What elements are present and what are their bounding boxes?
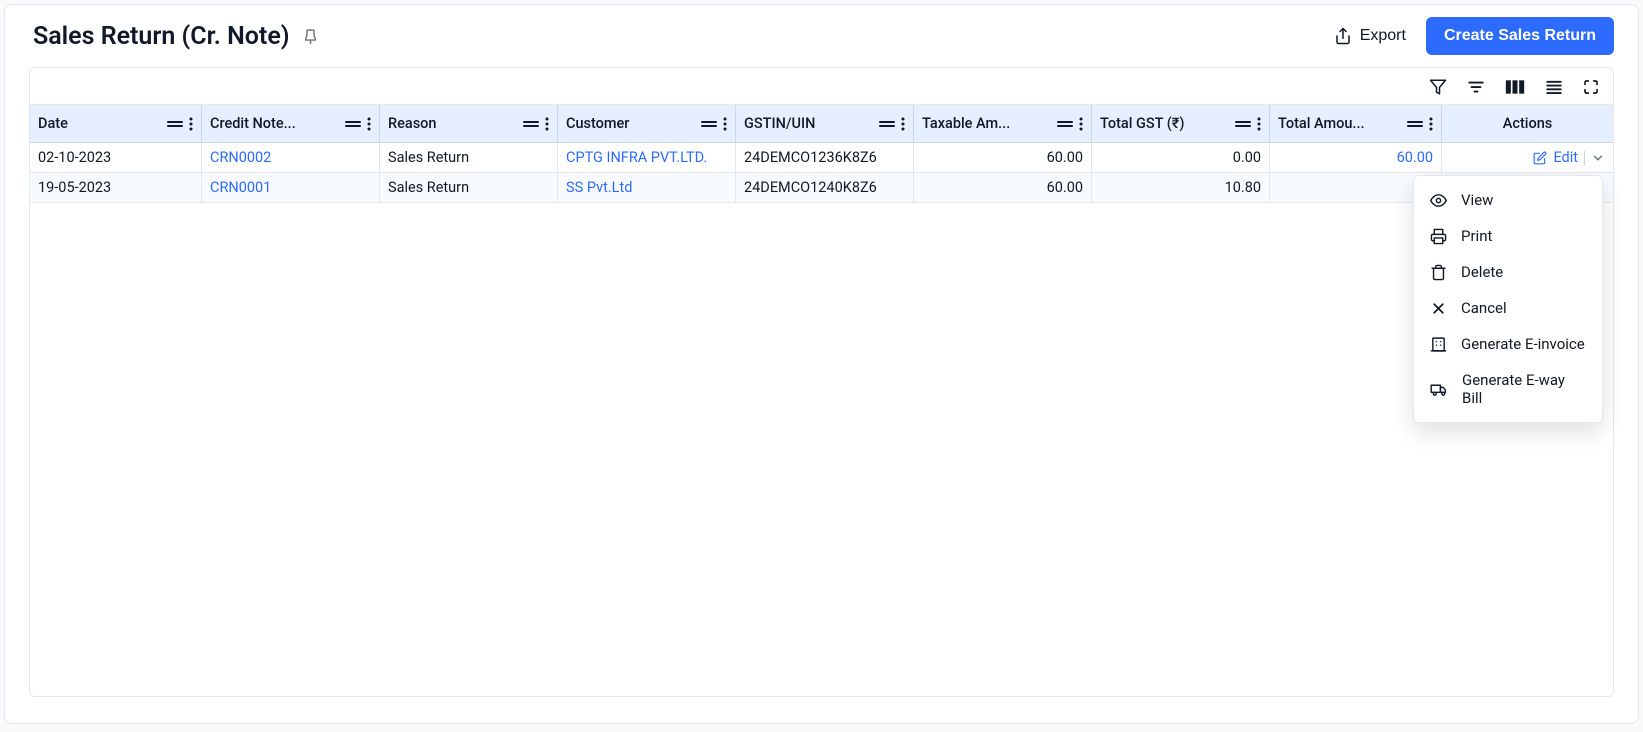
col-header-actions: Actions bbox=[1442, 105, 1613, 142]
cell-credit-note-link[interactable]: CRN0001 bbox=[202, 173, 380, 202]
cell-taxable: 60.00 bbox=[914, 143, 1092, 172]
data-panel: Date Credit Note... Reason bbox=[29, 67, 1614, 697]
filter-list-icon[interactable] bbox=[1467, 78, 1485, 96]
eye-icon bbox=[1430, 192, 1447, 209]
column-menu-icon[interactable] bbox=[1429, 117, 1433, 131]
col-header-customer[interactable]: Customer bbox=[558, 105, 736, 142]
export-icon bbox=[1334, 27, 1352, 45]
table-row: 02-10-2023 CRN0002 Sales Return CPTG INF… bbox=[30, 143, 1613, 173]
cell-credit-note-link[interactable]: CRN0002 bbox=[202, 143, 380, 172]
column-menu-icon[interactable] bbox=[901, 117, 905, 131]
drag-handle-icon[interactable] bbox=[1235, 119, 1251, 129]
column-menu-icon[interactable] bbox=[545, 117, 549, 131]
row-actions-dropdown: View Print Delete Cancel Generate E-invo… bbox=[1413, 175, 1603, 423]
dropdown-generate-einvoice[interactable]: Generate E-invoice bbox=[1414, 326, 1602, 362]
drag-handle-icon[interactable] bbox=[167, 119, 183, 129]
grid-header-row: Date Credit Note... Reason bbox=[30, 105, 1613, 143]
cell-gstin: 24DEMCO1240K8Z6 bbox=[736, 173, 914, 202]
trash-icon bbox=[1430, 264, 1447, 281]
edit-icon[interactable] bbox=[1533, 151, 1547, 165]
dropdown-delete[interactable]: Delete bbox=[1414, 254, 1602, 290]
cell-reason: Sales Return bbox=[380, 143, 558, 172]
printer-icon bbox=[1430, 228, 1447, 245]
column-menu-icon[interactable] bbox=[189, 117, 193, 131]
building-icon bbox=[1430, 336, 1447, 353]
data-grid: Date Credit Note... Reason bbox=[30, 104, 1613, 696]
fullscreen-icon[interactable] bbox=[1583, 79, 1599, 95]
column-menu-icon[interactable] bbox=[1257, 117, 1261, 131]
cell-actions: Edit bbox=[1442, 143, 1613, 172]
cell-customer-link[interactable]: CPTG INFRA PVT.LTD. bbox=[558, 143, 736, 172]
edit-button[interactable]: Edit bbox=[1553, 149, 1578, 166]
page-header: Sales Return (Cr. Note) Export Create Sa… bbox=[5, 5, 1638, 67]
cell-date: 19-05-2023 bbox=[30, 173, 202, 202]
drag-handle-icon[interactable] bbox=[701, 119, 717, 129]
cell-amount-link[interactable]: 60.00 bbox=[1270, 143, 1442, 172]
truck-icon bbox=[1430, 381, 1448, 398]
cell-customer-link[interactable]: SS Pvt.Ltd bbox=[558, 173, 736, 202]
export-label: Export bbox=[1360, 27, 1406, 45]
cell-reason: Sales Return bbox=[380, 173, 558, 202]
chevron-down-icon[interactable] bbox=[1591, 151, 1605, 165]
drag-handle-icon[interactable] bbox=[523, 119, 539, 129]
cell-gstin: 24DEMCO1236K8Z6 bbox=[736, 143, 914, 172]
cell-gst: 0.00 bbox=[1092, 143, 1270, 172]
col-header-gst[interactable]: Total GST (₹) bbox=[1092, 105, 1270, 142]
dropdown-generate-ewaybill[interactable]: Generate E-way Bill bbox=[1414, 362, 1602, 416]
divider bbox=[1584, 151, 1585, 165]
table-row: 19-05-2023 CRN0001 Sales Return SS Pvt.L… bbox=[30, 173, 1613, 203]
cell-taxable: 60.00 bbox=[914, 173, 1092, 202]
drag-handle-icon[interactable] bbox=[345, 119, 361, 129]
col-header-taxable[interactable]: Taxable Am... bbox=[914, 105, 1092, 142]
col-header-amount[interactable]: Total Amou... bbox=[1270, 105, 1442, 142]
col-header-date[interactable]: Date bbox=[30, 105, 202, 142]
cell-date: 02-10-2023 bbox=[30, 143, 202, 172]
create-sales-return-button[interactable]: Create Sales Return bbox=[1426, 17, 1614, 55]
density-icon[interactable] bbox=[1545, 78, 1563, 96]
dropdown-print[interactable]: Print bbox=[1414, 218, 1602, 254]
cell-gst: 10.80 bbox=[1092, 173, 1270, 202]
filter-icon[interactable] bbox=[1429, 78, 1447, 96]
close-icon bbox=[1430, 300, 1447, 317]
drag-handle-icon[interactable] bbox=[879, 119, 895, 129]
column-menu-icon[interactable] bbox=[723, 117, 727, 131]
pin-icon[interactable] bbox=[302, 28, 319, 45]
drag-handle-icon[interactable] bbox=[1057, 119, 1073, 129]
columns-icon[interactable] bbox=[1505, 78, 1525, 96]
grid-toolbar bbox=[30, 68, 1613, 104]
col-header-gstin[interactable]: GSTIN/UIN bbox=[736, 105, 914, 142]
column-menu-icon[interactable] bbox=[1079, 117, 1083, 131]
drag-handle-icon[interactable] bbox=[1407, 119, 1423, 129]
dropdown-view[interactable]: View bbox=[1414, 182, 1602, 218]
col-header-credit-note[interactable]: Credit Note... bbox=[202, 105, 380, 142]
column-menu-icon[interactable] bbox=[367, 117, 371, 131]
export-button[interactable]: Export bbox=[1330, 21, 1410, 51]
page-title: Sales Return (Cr. Note) bbox=[33, 22, 290, 51]
col-header-reason[interactable]: Reason bbox=[380, 105, 558, 142]
dropdown-cancel[interactable]: Cancel bbox=[1414, 290, 1602, 326]
